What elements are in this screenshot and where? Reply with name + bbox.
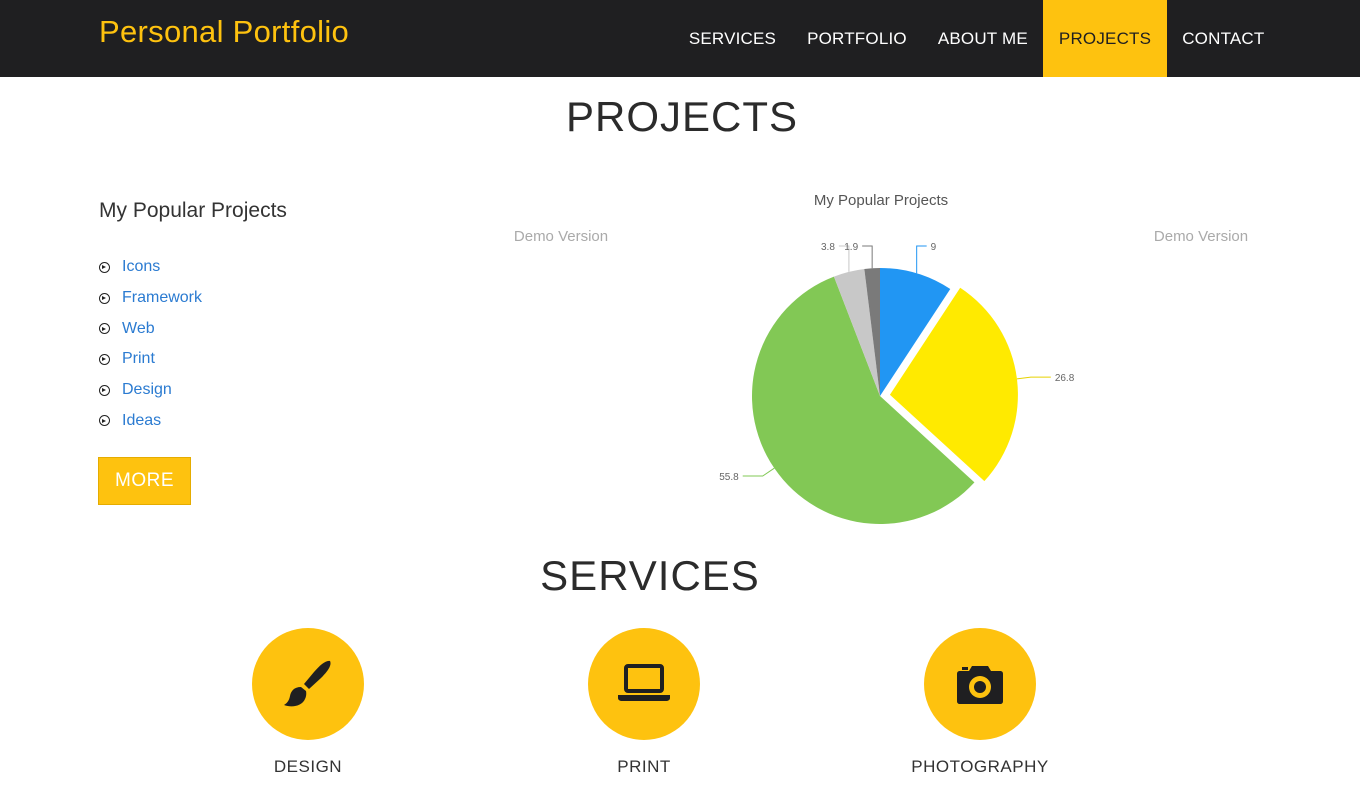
service-label: PRINT bbox=[617, 757, 671, 776]
pie-data-label: 55.8 bbox=[719, 472, 739, 483]
service-label: PHOTOGRAPHY bbox=[911, 757, 1049, 776]
project-link-icons[interactable]: Icons bbox=[122, 258, 160, 276]
paintbrush-icon bbox=[284, 660, 331, 707]
circle-arrow-right-icon bbox=[99, 261, 110, 273]
pie-leader-line bbox=[916, 245, 927, 274]
pie-data-label: 3.8 bbox=[821, 242, 835, 253]
list-item: Ideas bbox=[99, 405, 202, 436]
pie-data-label: 9 bbox=[931, 242, 937, 253]
projects-section-title: PROJECTS bbox=[565, 93, 799, 140]
popular-projects-pie-chart: My Popular Projects Demo Version Demo Ve… bbox=[514, 192, 1248, 524]
pie-slices bbox=[752, 268, 1018, 524]
pie-leader-line bbox=[862, 245, 873, 269]
more-button[interactable]: MORE bbox=[98, 457, 191, 505]
nav-item-portfolio[interactable]: PORTFOLIO bbox=[792, 0, 923, 77]
project-link-web[interactable]: Web bbox=[122, 320, 155, 338]
service-print[interactable]: PRINT bbox=[524, 628, 764, 777]
circle-arrow-right-icon bbox=[99, 415, 110, 427]
services-section-title: SERVICES bbox=[540, 552, 760, 599]
service-label: DESIGN bbox=[273, 757, 343, 776]
nav-item-projects[interactable]: PROJECTS bbox=[1043, 0, 1167, 77]
circle-arrow-right-icon bbox=[99, 384, 110, 396]
service-photography[interactable]: PHOTOGRAPHY bbox=[860, 628, 1100, 777]
chart-title: My Popular Projects bbox=[814, 192, 948, 209]
pie-leader-line bbox=[742, 467, 775, 477]
popular-projects-heading: My Popular Projects bbox=[99, 199, 287, 222]
project-list: Icons Framework Web Print Design Ideas bbox=[99, 252, 202, 436]
project-link-print[interactable]: Print bbox=[122, 350, 155, 368]
circle-arrow-right-icon bbox=[99, 292, 110, 304]
chart-watermark-right: Demo Version bbox=[1154, 228, 1248, 245]
circle-arrow-right-icon bbox=[99, 353, 110, 365]
list-item: Web bbox=[99, 313, 202, 344]
main-nav: SERVICES PORTFOLIO ABOUT ME PROJECTS CON… bbox=[673, 0, 1280, 77]
nav-item-contact[interactable]: CONTACT bbox=[1167, 0, 1280, 77]
project-link-ideas[interactable]: Ideas bbox=[122, 412, 161, 430]
circle-arrow-right-icon bbox=[99, 323, 110, 335]
pie-data-label: 26.8 bbox=[1055, 373, 1075, 384]
chart-watermark-left: Demo Version bbox=[514, 228, 608, 245]
pie-leader-line bbox=[1016, 376, 1051, 380]
nav-item-services[interactable]: SERVICES bbox=[673, 0, 791, 77]
laptop-icon bbox=[618, 664, 670, 701]
service-icon-circle bbox=[252, 628, 364, 740]
list-item: Print bbox=[99, 344, 202, 375]
service-icon-circle bbox=[588, 628, 700, 740]
project-link-design[interactable]: Design bbox=[122, 381, 172, 399]
pie-data-label: 1.9 bbox=[844, 242, 858, 253]
navbar: Personal Portfolio SERVICES PORTFOLIO AB… bbox=[0, 0, 1360, 77]
list-item: Icons bbox=[99, 252, 202, 283]
project-link-framework[interactable]: Framework bbox=[122, 289, 202, 307]
brand-logo[interactable]: Personal Portfolio bbox=[99, 14, 349, 50]
nav-item-about-me[interactable]: ABOUT ME bbox=[922, 0, 1043, 77]
service-icon-circle bbox=[924, 628, 1036, 740]
camera-icon bbox=[957, 666, 1003, 704]
list-item: Design bbox=[99, 375, 202, 406]
list-item: Framework bbox=[99, 283, 202, 314]
service-design[interactable]: DESIGN bbox=[188, 628, 428, 777]
